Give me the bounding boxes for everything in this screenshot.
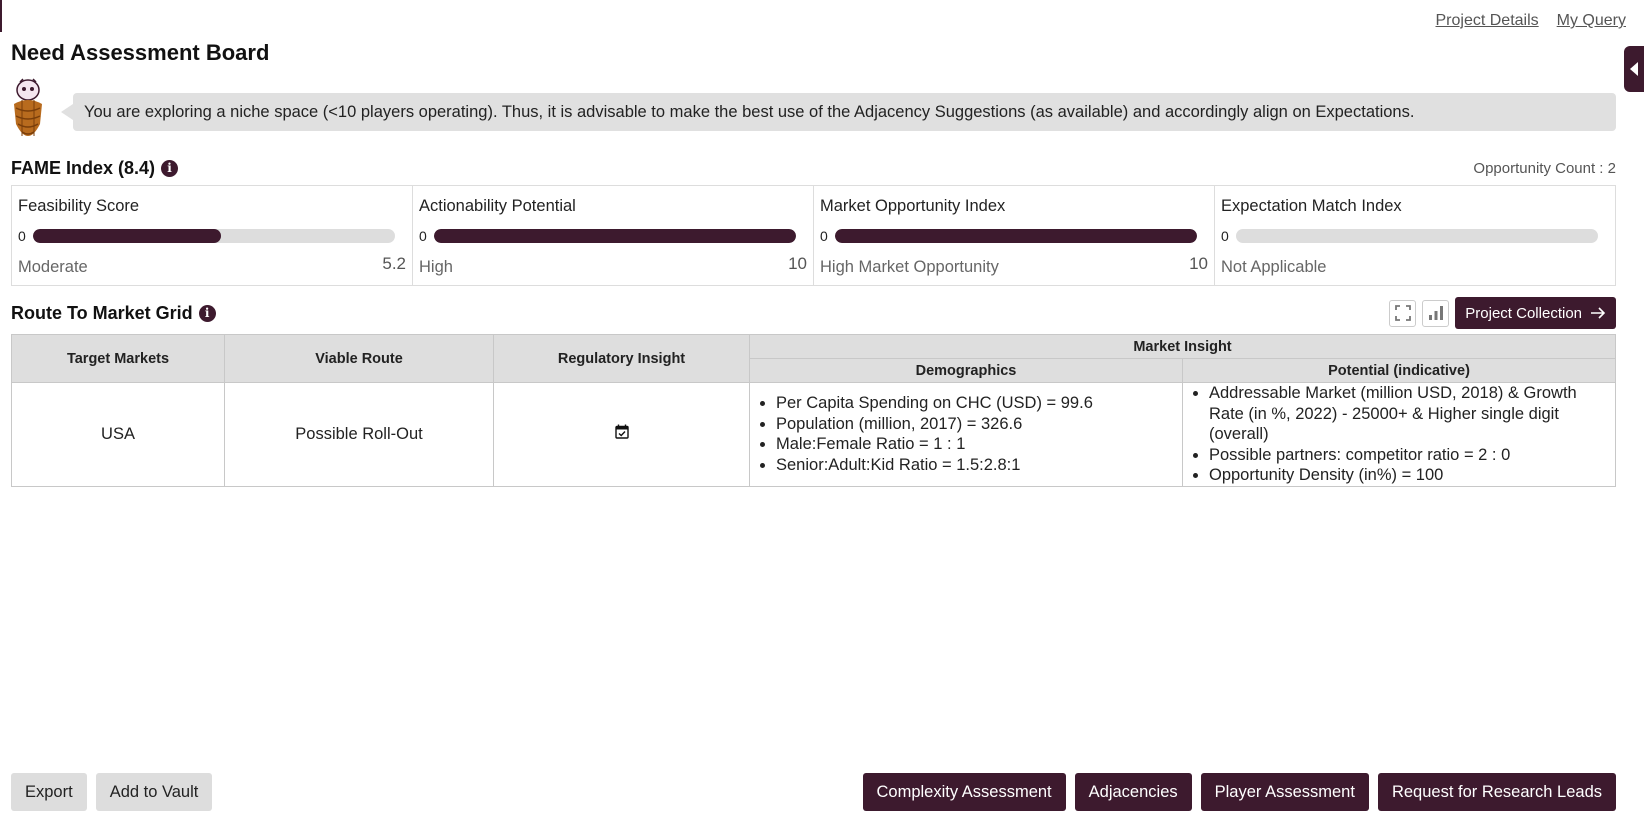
fame-card-value: 10 <box>788 254 807 273</box>
header-demographics: Demographics <box>749 358 1183 383</box>
progress-track <box>1235 229 1598 243</box>
left-edge-marker <box>0 0 2 32</box>
list-item: Senior:Adult:Kid Ratio = 1.5:2.8:1 <box>776 455 1182 476</box>
fame-index-title: FAME Index (8.4) <box>11 158 156 178</box>
feasibility-score-card: Feasibility Score 0 Moderate 5.2 <box>12 186 413 285</box>
fame-card-title: Feasibility Score <box>18 197 140 215</box>
niche-space-notice: You are exploring a niche space (<10 pla… <box>61 93 1616 131</box>
footer-left-actions: Export Add to Vault <box>11 773 213 811</box>
fame-bar-min: 0 <box>18 228 26 244</box>
market-opportunity-index-card: Market Opportunity Index 0 High Market O… <box>814 186 1215 285</box>
footer-right-actions: Complexity Assessment Adjacencies Player… <box>862 773 1616 811</box>
route-to-market-heading: Route To Market Grid i <box>11 303 216 324</box>
list-item: Addressable Market (million USD, 2018) &… <box>1209 383 1615 445</box>
target-market-cell: USA <box>11 382 225 487</box>
demographics-cell: Per Capita Spending on CHC (USD) = 99.6 … <box>749 382 1183 487</box>
bar-chart-icon[interactable] <box>1422 299 1450 327</box>
actionability-potential-card: Actionability Potential 0 High 10 <box>413 186 814 285</box>
fame-index-heading: FAME Index (8.4) i <box>11 158 179 179</box>
demographics-list: Per Capita Spending on CHC (USD) = 99.6 … <box>750 393 1182 475</box>
header-potential: Potential (indicative) <box>1182 358 1616 383</box>
fame-card-title: Actionability Potential <box>419 197 576 215</box>
opportunity-count: Opportunity Count : 2 <box>1473 160 1616 177</box>
fame-bar-min: 0 <box>1221 228 1229 244</box>
grid-toolbar: Project Collection <box>1389 297 1616 329</box>
export-button[interactable]: Export <box>11 773 87 811</box>
caret-left-icon[interactable] <box>1624 46 1644 92</box>
list-item: Male:Female Ratio = 1 : 1 <box>776 434 1182 455</box>
pinecone-mascot-icon <box>14 78 42 136</box>
viable-route-cell: Possible Roll-Out <box>224 382 494 487</box>
potential-cell: Addressable Market (million USD, 2018) &… <box>1182 382 1616 487</box>
list-item: Population (million, 2017) = 326.6 <box>776 414 1182 435</box>
header-viable-route: Viable Route <box>224 334 494 383</box>
fullscreen-icon[interactable] <box>1389 299 1417 327</box>
regulatory-insight-cell <box>493 382 750 487</box>
project-details-link[interactable]: Project Details <box>1436 12 1539 30</box>
fame-card-title: Expectation Match Index <box>1221 197 1402 215</box>
progress-fill <box>834 229 1197 243</box>
complexity-assessment-button[interactable]: Complexity Assessment <box>862 773 1066 811</box>
route-to-market-title: Route To Market Grid <box>11 303 193 323</box>
project-collection-label: Project Collection <box>1465 304 1582 322</box>
page-title: Need Assessment Board <box>11 40 270 65</box>
header-target-markets: Target Markets <box>11 334 225 383</box>
request-research-leads-button[interactable]: Request for Research Leads <box>1377 773 1616 811</box>
fame-bar-min: 0 <box>419 228 427 244</box>
top-links: Project Details My Query <box>1436 12 1627 30</box>
progress-track <box>834 229 1197 243</box>
list-item: Per Capita Spending on CHC (USD) = 99.6 <box>776 393 1182 414</box>
progress-track <box>32 229 395 243</box>
table-row: USA Possible Roll-Out Per Capita Spendin… <box>11 382 1616 487</box>
header-market-insight: Market Insight <box>749 334 1616 359</box>
fame-card-title: Market Opportunity Index <box>820 197 1006 215</box>
info-icon[interactable]: i <box>198 305 216 322</box>
header-regulatory-insight: Regulatory Insight <box>493 334 750 383</box>
list-item: Possible partners: competitor ratio = 2 … <box>1209 445 1615 466</box>
fame-index-grid: Feasibility Score 0 Moderate 5.2 Actiona… <box>11 185 1616 286</box>
expectation-match-index-card: Expectation Match Index 0 Not Applicable <box>1215 186 1615 285</box>
fame-card-level: Moderate <box>18 258 88 276</box>
progress-fill <box>32 229 222 243</box>
fame-card-value: 5.2 <box>382 254 406 273</box>
fame-card-level: High <box>419 258 453 276</box>
info-icon[interactable]: i <box>161 160 179 177</box>
progress-track <box>433 229 796 243</box>
player-assessment-button[interactable]: Player Assessment <box>1200 773 1369 811</box>
fame-bar-row: 0 <box>18 228 395 244</box>
fame-card-level: High Market Opportunity <box>820 258 999 276</box>
my-query-link[interactable]: My Query <box>1557 12 1626 30</box>
adjacencies-button[interactable]: Adjacencies <box>1074 773 1192 811</box>
potential-list: Addressable Market (million USD, 2018) &… <box>1183 383 1615 486</box>
list-item: Opportunity Density (in%) = 100 <box>1209 465 1615 486</box>
fame-card-value: 10 <box>1189 254 1208 273</box>
add-to-vault-button[interactable]: Add to Vault <box>95 773 213 811</box>
arrow-right-icon <box>1591 307 1606 319</box>
progress-fill <box>433 229 796 243</box>
calendar-check-icon[interactable] <box>614 424 629 439</box>
fame-card-level: Not Applicable <box>1221 258 1327 276</box>
fame-bar-min: 0 <box>820 228 828 244</box>
route-to-market-table: Target Markets Viable Route Regulatory I… <box>11 334 1616 487</box>
project-collection-button[interactable]: Project Collection <box>1455 297 1616 329</box>
fame-bar-row: 0 <box>1221 228 1598 244</box>
fame-bar-row: 0 <box>419 228 796 244</box>
fame-bar-row: 0 <box>820 228 1197 244</box>
